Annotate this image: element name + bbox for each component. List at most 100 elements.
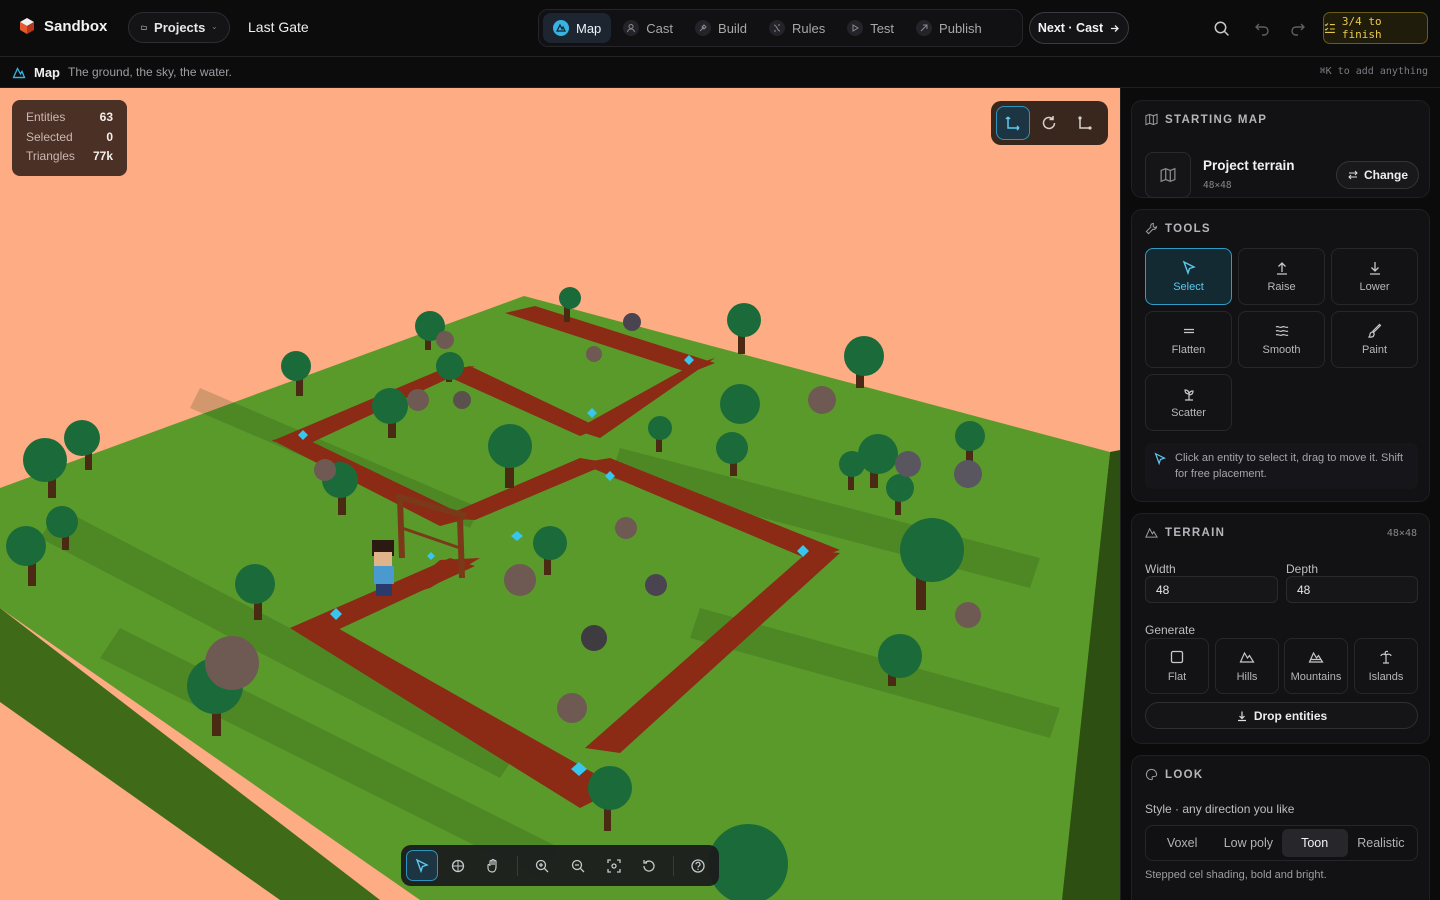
starting-map-heading: STARTING MAP [1145, 113, 1267, 126]
zoom-out-icon [571, 859, 585, 872]
terrain-heading: TERRAIN [1145, 526, 1225, 539]
style-segmented-control: Voxel Low poly Toon Realistic [1145, 825, 1418, 861]
generate-label: Generate [1145, 623, 1196, 637]
step-map[interactable]: Map [543, 13, 612, 43]
undo-icon [1255, 23, 1269, 36]
step-label: Rules [791, 20, 826, 36]
palette-icon [1145, 768, 1158, 781]
orbit-icon [451, 859, 464, 872]
tool-raise[interactable]: Raise [1238, 248, 1325, 305]
tool-select[interactable]: Select [1145, 248, 1232, 305]
toolbar-divider [673, 855, 675, 876]
generate-flat-button[interactable]: Flat [1145, 638, 1209, 694]
generate-option-label: Islands [1368, 671, 1404, 683]
progress-badge[interactable]: 3/4 to finish [1323, 12, 1428, 44]
tool-lower[interactable]: Lower [1331, 248, 1418, 305]
tool-flatten[interactable]: Flatten [1145, 311, 1232, 368]
map-thumbnail [1145, 152, 1191, 198]
generate-mountains-button[interactable]: Mountains [1284, 638, 1348, 694]
step-publish[interactable]: Publish [906, 13, 992, 43]
brush-icon [1367, 323, 1381, 338]
map-fold-icon [1145, 113, 1158, 126]
map-selection: Project terrain 48×48 Change [1145, 152, 1419, 198]
style-option-toon[interactable]: Toon [1281, 829, 1348, 857]
tool-paint[interactable]: Paint [1331, 311, 1418, 368]
tool-label: Scatter [1171, 407, 1206, 419]
width-input[interactable]: 48 [1145, 576, 1278, 603]
style-option-realistic[interactable]: Realistic [1348, 829, 1414, 857]
zoom-in-button[interactable] [526, 850, 558, 881]
project-name[interactable]: Last Gate [248, 19, 309, 35]
style-option-low-poly[interactable]: Low poly [1215, 829, 1281, 857]
brand[interactable]: Sandbox [18, 17, 107, 35]
wrench-icon [1145, 222, 1158, 235]
scale-mode-button[interactable] [1068, 106, 1102, 140]
inspector-sidebar[interactable]: STARTING MAP Project terrain 48×48 Chang… [1120, 88, 1440, 900]
search-button[interactable] [1210, 17, 1232, 39]
next-step-button[interactable]: Next · Cast [1029, 12, 1129, 44]
orbit-tool-button[interactable] [442, 850, 474, 881]
generate-option-label: Mountains [1290, 671, 1342, 683]
stat-triangles: Triangles 77k [26, 149, 113, 169]
undo-button[interactable] [1251, 17, 1273, 39]
stat-label: Triangles [26, 149, 75, 163]
terrain-scene[interactable] [0, 88, 1120, 900]
redo-button[interactable] [1287, 17, 1309, 39]
heading-text: STARTING MAP [1165, 113, 1268, 126]
download-icon [1237, 711, 1246, 721]
step-cast[interactable]: Cast [613, 13, 683, 43]
transform-mode-toolbar [991, 101, 1108, 145]
step-label: Cast [646, 20, 674, 36]
arrow-right-icon [1111, 24, 1120, 32]
reset-view-button[interactable] [634, 850, 666, 881]
step-label: Publish [939, 20, 982, 36]
stat-value: 0 [106, 129, 113, 144]
hand-icon [487, 858, 497, 873]
stat-value: 77k [92, 149, 113, 163]
next-label: Next · Cast [1037, 21, 1104, 35]
pan-tool-button[interactable] [478, 850, 510, 881]
map-icon [553, 20, 569, 36]
command-shortcut-hint: ⌘K to add anything [1319, 66, 1428, 77]
heading-text: LOOK [1165, 768, 1204, 781]
map-viewport[interactable]: Entities 63 Selected 0 Triangles 77k [0, 88, 1120, 900]
tool-scatter[interactable]: Scatter [1145, 374, 1232, 431]
stat-value: 63 [99, 110, 113, 124]
flat-icon [1170, 650, 1184, 664]
axis-move-icon [1005, 116, 1020, 131]
drop-entities-button[interactable]: Drop entities [1145, 702, 1418, 729]
rotate-mode-button[interactable] [1032, 106, 1066, 140]
tool-smooth[interactable]: Smooth [1238, 311, 1325, 368]
tool-label: Smooth [1262, 344, 1301, 356]
heading-text: TOOLS [1165, 222, 1211, 235]
search-icon [1214, 21, 1229, 36]
context-bar: Map The ground, the sky, the water. ⌘K t… [0, 57, 1440, 88]
generate-islands-button[interactable]: Islands [1354, 638, 1418, 694]
select-tool-button[interactable] [406, 850, 438, 881]
pointer-icon [1154, 452, 1166, 466]
swap-icon [1348, 170, 1358, 180]
tool-tip: Click an entity to select it, drag to mo… [1145, 443, 1418, 489]
flatten-icon [1183, 328, 1194, 334]
style-option-voxel[interactable]: Voxel [1149, 829, 1215, 857]
projects-button[interactable]: Projects [128, 12, 230, 43]
depth-input[interactable]: 48 [1286, 576, 1418, 603]
frame-selection-button[interactable] [598, 850, 630, 881]
map-name: Project terrain [1203, 158, 1295, 173]
step-test[interactable]: Test [837, 13, 904, 43]
change-map-button[interactable]: Change [1336, 161, 1419, 189]
move-mode-button[interactable] [996, 106, 1030, 140]
chevron-down-icon [213, 26, 217, 29]
help-button[interactable] [682, 850, 714, 881]
focus-icon [606, 858, 621, 873]
style-description: Stepped cel shading, bold and bright. [1145, 869, 1327, 881]
generate-hills-button[interactable]: Hills [1215, 638, 1279, 694]
step-build[interactable]: Build [685, 13, 757, 43]
stat-entities: Entities 63 [26, 110, 113, 130]
look-heading: LOOK [1145, 768, 1203, 781]
step-rules[interactable]: Rules [759, 13, 835, 43]
generate-option-label: Hills [1236, 671, 1258, 683]
smooth-icon [1275, 325, 1288, 337]
zoom-out-button[interactable] [562, 850, 594, 881]
checklist-icon [1324, 23, 1335, 33]
